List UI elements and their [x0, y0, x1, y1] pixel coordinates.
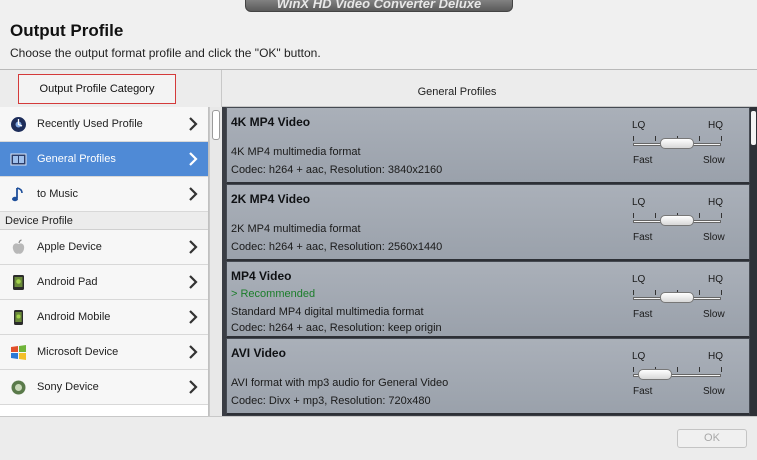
chevron-right-icon: [189, 152, 198, 166]
chevron-right-icon: [189, 117, 198, 131]
category-item-android-pad[interactable]: Android Pad: [0, 265, 208, 300]
android-icon: [13, 275, 24, 290]
category-label: Android Mobile: [37, 311, 111, 323]
hq-label: HQ: [708, 274, 723, 285]
category-label: Android Pad: [37, 276, 98, 288]
category-item-android-mobile[interactable]: Android Mobile: [0, 300, 208, 335]
window-title: WinX HD Video Converter Deluxe: [245, 0, 513, 12]
chevron-right-icon: [189, 380, 198, 394]
fast-label: Fast: [633, 386, 653, 397]
quality-slider-thumb[interactable]: [660, 138, 694, 149]
category-item-microsoft-device[interactable]: Microsoft Device: [0, 335, 208, 370]
category-label: General Profiles: [37, 153, 116, 165]
chevron-right-icon: [189, 345, 198, 359]
output-profile-category-button[interactable]: Output Profile Category: [18, 74, 176, 104]
profile-description: 4K MP4 multimedia format: [231, 146, 361, 158]
page-title: Output Profile: [10, 21, 124, 40]
chevron-right-icon: [189, 275, 198, 289]
profile-description: AVI format with mp3 audio for General Vi…: [231, 377, 449, 389]
slow-label: Slow: [703, 232, 725, 243]
profile-recommended: > Recommended: [231, 288, 316, 300]
category-label: Apple Device: [37, 241, 102, 253]
lq-label: LQ: [632, 197, 646, 208]
windows-icon: [11, 345, 26, 360]
lq-label: LQ: [632, 274, 646, 285]
dialog-header: Output Profile Choose the output format …: [0, 12, 757, 69]
quality-slider-thumb[interactable]: [660, 215, 694, 226]
hq-label: HQ: [708, 120, 723, 131]
fast-label: Fast: [633, 155, 653, 166]
sony-icon: [11, 380, 26, 395]
chevron-right-icon: [189, 187, 198, 201]
category-column-header: Output Profile Category: [0, 70, 222, 107]
profile-codec: Codec: h264 + aac, Resolution: 3840x2160: [231, 164, 443, 176]
fast-label: Fast: [633, 232, 653, 243]
lq-label: LQ: [632, 351, 646, 362]
category-item-apple-device[interactable]: Apple Device: [0, 230, 208, 265]
category-scrollbar[interactable]: [209, 107, 222, 416]
hq-label: HQ: [708, 197, 723, 208]
category-item-to-music[interactable]: to Music: [0, 177, 208, 212]
chevron-right-icon: [189, 240, 198, 254]
category-scrollbar-thumb[interactable]: [212, 110, 220, 140]
category-item-sony-device[interactable]: Sony Device: [0, 370, 208, 405]
category-label: Sony Device: [37, 381, 99, 393]
profile-description: Standard MP4 digital multimedia format: [231, 306, 424, 318]
film-icon: [10, 153, 27, 166]
profile-description: 2K MP4 multimedia format: [231, 223, 361, 235]
profile-scrollbar[interactable]: [750, 107, 757, 416]
fast-label: Fast: [633, 309, 653, 320]
ok-button[interactable]: OK: [677, 429, 747, 448]
profile-item-2k-mp4[interactable]: 2K MP4 Video 2K MP4 multimedia format Co…: [226, 184, 750, 261]
device-profile-section-label: Device Profile: [0, 212, 208, 230]
slow-label: Slow: [703, 386, 725, 397]
page-subtitle: Choose the output format profile and cli…: [10, 46, 321, 60]
category-item-general-profiles[interactable]: General Profiles: [0, 142, 208, 177]
profile-name: MP4 Video: [231, 269, 292, 283]
music-note-icon: [12, 187, 23, 202]
android-icon: [14, 310, 23, 325]
profiles-column-header: General Profiles: [222, 70, 757, 107]
profile-list: 4K MP4 Video 4K MP4 multimedia format Co…: [222, 107, 750, 416]
profile-codec: Codec: Divx + mp3, Resolution: 720x480: [231, 395, 431, 407]
profile-name: 2K MP4 Video: [231, 192, 311, 206]
slow-label: Slow: [703, 155, 725, 166]
slow-label: Slow: [703, 309, 725, 320]
quality-slider-thumb[interactable]: [638, 369, 672, 380]
profile-name: 4K MP4 Video: [231, 115, 311, 129]
profile-name: AVI Video: [231, 346, 286, 360]
profile-codec: Codec: h264 + aac, Resolution: keep orig…: [231, 322, 442, 334]
category-list: Recently Used Profile General Profiles t…: [0, 107, 209, 416]
profiles-column-title: General Profiles: [417, 86, 497, 98]
dialog-footer: OK: [0, 416, 757, 460]
chevron-right-icon: [189, 310, 198, 324]
category-label: Recently Used Profile: [37, 118, 143, 130]
recent-disc-icon: [11, 117, 26, 132]
profile-item-4k-mp4[interactable]: 4K MP4 Video 4K MP4 multimedia format Co…: [226, 107, 750, 184]
category-label: Microsoft Device: [37, 346, 119, 358]
profile-item-mp4[interactable]: MP4 Video > Recommended Standard MP4 dig…: [226, 261, 750, 338]
category-label: to Music: [37, 188, 78, 200]
profile-item-avi[interactable]: AVI Video AVI format with mp3 audio for …: [226, 338, 750, 415]
profile-codec: Codec: h264 + aac, Resolution: 2560x1440: [231, 241, 443, 253]
category-item-recently-used[interactable]: Recently Used Profile: [0, 107, 208, 142]
lq-label: LQ: [632, 120, 646, 131]
profile-scrollbar-thumb[interactable]: [751, 111, 756, 145]
quality-slider-thumb[interactable]: [660, 292, 694, 303]
hq-label: HQ: [708, 351, 723, 362]
apple-icon: [12, 239, 25, 254]
